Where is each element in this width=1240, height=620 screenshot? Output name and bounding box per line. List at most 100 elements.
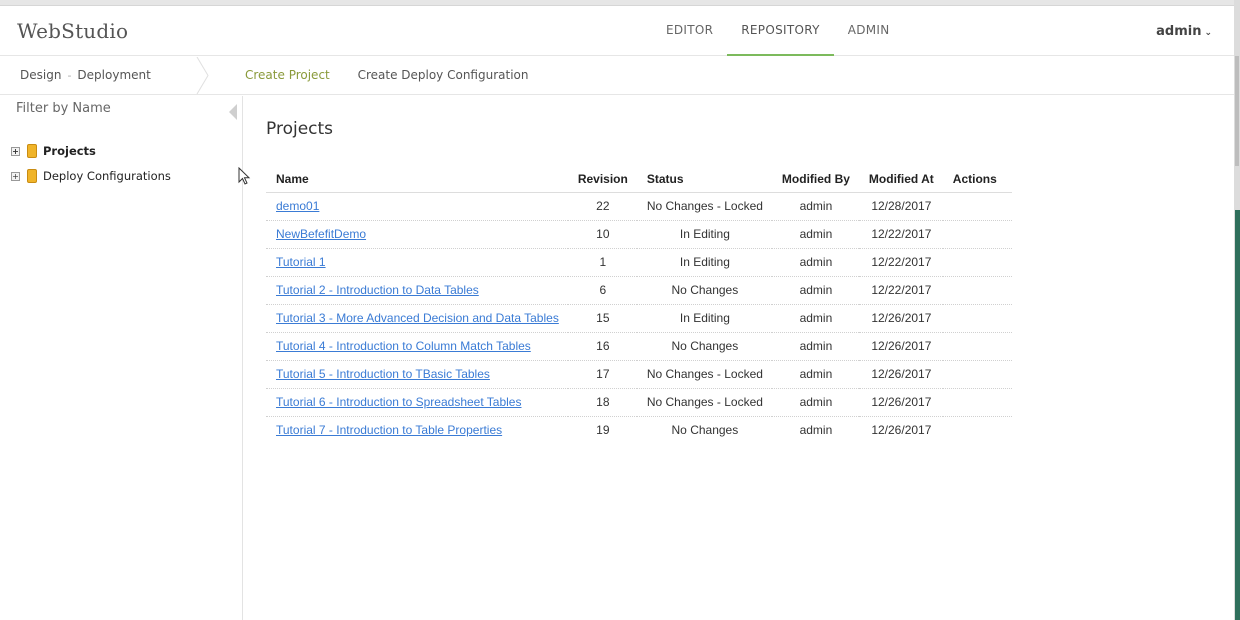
repository-actions: Create Project Create Deploy Configurati… bbox=[245, 68, 552, 82]
project-link[interactable]: Tutorial 4 - Introduction to Column Matc… bbox=[276, 339, 531, 353]
actions-cell bbox=[943, 416, 1012, 444]
table-row: Tutorial 7 - Introduction to Table Prope… bbox=[266, 416, 1012, 444]
project-link[interactable]: Tutorial 5 - Introduction to TBasic Tabl… bbox=[276, 367, 490, 381]
status-cell: No Changes bbox=[636, 276, 772, 305]
modified-at-cell: 12/26/2017 bbox=[858, 332, 943, 361]
project-link[interactable]: Tutorial 1 bbox=[276, 255, 326, 269]
table-row: Tutorial 1 1 In Editing admin 12/22/2017 bbox=[266, 248, 1012, 277]
table-row: Tutorial 5 - Introduction to TBasic Tabl… bbox=[266, 360, 1012, 389]
modified-at-cell: 12/26/2017 bbox=[858, 360, 943, 389]
sub-toolbar: Design - Deployment Create Project Create … bbox=[0, 57, 1234, 95]
table-row: Tutorial 3 - More Advanced Decision and … bbox=[266, 304, 1012, 333]
project-link[interactable]: Tutorial 2 - Introduction to Data Tables bbox=[276, 283, 479, 297]
projects-table: Name Revision Status Modified By Modifie… bbox=[266, 166, 1012, 444]
status-cell: In Editing bbox=[636, 248, 772, 277]
expand-icon[interactable]: + bbox=[11, 146, 20, 156]
modified-by-cell: admin bbox=[771, 248, 859, 277]
modified-at-cell: 12/26/2017 bbox=[858, 388, 943, 417]
tab-repository[interactable]: REPOSITORY bbox=[727, 7, 834, 56]
modified-by-cell: admin bbox=[771, 220, 859, 249]
actions-cell bbox=[942, 360, 1012, 389]
status-cell: No Changes - Locked bbox=[636, 192, 772, 221]
collapse-sidebar-icon[interactable] bbox=[229, 104, 237, 120]
tree-node-projects[interactable]: + Projects bbox=[11, 143, 96, 159]
folder-icon bbox=[27, 169, 37, 183]
revision-cell: 16 bbox=[567, 332, 637, 361]
actions-cell bbox=[942, 276, 1012, 305]
breadcrumb: Design - Deployment bbox=[20, 68, 151, 82]
tree-node-label: Projects bbox=[43, 144, 96, 158]
actions-cell bbox=[942, 332, 1012, 361]
revision-cell: 15 bbox=[567, 304, 637, 333]
status-cell: No Changes bbox=[636, 332, 772, 361]
app-header: WebStudio EDITOR REPOSITORY ADMIN admin ⌄ bbox=[0, 7, 1234, 56]
tab-editor[interactable]: EDITOR bbox=[652, 7, 727, 56]
modified-by-cell: admin bbox=[771, 276, 859, 305]
modified-by-cell: admin bbox=[771, 332, 859, 361]
column-header-revision: Revision bbox=[567, 166, 637, 193]
window-right-edge bbox=[1234, 0, 1240, 620]
main-nav: EDITOR REPOSITORY ADMIN bbox=[652, 7, 904, 56]
modified-at-cell: 12/22/2017 bbox=[858, 248, 943, 277]
revision-cell: 10 bbox=[567, 220, 637, 249]
tab-admin[interactable]: ADMIN bbox=[834, 7, 904, 56]
breadcrumb-design[interactable]: Design bbox=[20, 68, 61, 82]
modified-by-cell: admin bbox=[771, 360, 859, 389]
app-logo[interactable]: WebStudio bbox=[17, 19, 128, 43]
project-link[interactable]: Tutorial 3 - More Advanced Decision and … bbox=[276, 311, 559, 325]
table-row: Tutorial 4 - Introduction to Column Matc… bbox=[266, 332, 1012, 361]
column-header-status: Status bbox=[636, 166, 772, 193]
column-header-modified-by: Modified By bbox=[771, 166, 859, 193]
table-row: Tutorial 2 - Introduction to Data Tables… bbox=[266, 276, 1012, 305]
breadcrumb-deployment[interactable]: Deployment bbox=[77, 68, 150, 82]
folder-icon bbox=[27, 144, 37, 158]
modified-by-cell: admin bbox=[771, 192, 859, 221]
expand-icon[interactable]: + bbox=[11, 171, 20, 181]
status-cell: In Editing bbox=[636, 304, 772, 333]
revision-cell: 6 bbox=[567, 276, 637, 305]
modified-by-cell: admin bbox=[771, 388, 859, 417]
revision-cell: 17 bbox=[567, 360, 637, 389]
revision-cell: 19 bbox=[596, 423, 610, 438]
table-row: Tutorial 6 - Introduction to Spreadsheet… bbox=[266, 388, 1012, 417]
create-deploy-configuration-link[interactable]: Create Deploy Configuration bbox=[358, 68, 529, 82]
column-header-actions: Actions bbox=[942, 166, 1012, 193]
tree-node-deploy-configurations[interactable]: + Deploy Configurations bbox=[11, 168, 171, 184]
column-header-name: Name bbox=[266, 166, 568, 193]
user-name: admin bbox=[1156, 24, 1202, 39]
table-row: NewBefefitDemo 10 In Editing admin 12/22… bbox=[266, 220, 1012, 249]
scrollbar-thumb[interactable] bbox=[1235, 56, 1239, 166]
repository-sidebar: Filter by Name + Projects + Deploy Confi… bbox=[0, 96, 243, 620]
table-header-row: Name Revision Status Modified By Modifie… bbox=[266, 166, 1012, 193]
tree-node-label: Deploy Configurations bbox=[43, 169, 171, 183]
actions-cell bbox=[942, 248, 1012, 277]
modified-at-cell: 12/26/2017 bbox=[858, 304, 943, 333]
modified-by-cell: admin bbox=[799, 423, 833, 438]
status-cell: No Changes - Locked bbox=[636, 388, 772, 417]
project-link[interactable]: Tutorial 7 - Introduction to Table Prope… bbox=[276, 423, 502, 437]
project-link[interactable]: demo01 bbox=[276, 199, 319, 213]
revision-cell: 1 bbox=[567, 248, 637, 277]
revision-cell: 22 bbox=[567, 192, 637, 221]
background-window-edge bbox=[1235, 210, 1240, 620]
actions-cell bbox=[942, 220, 1012, 249]
actions-cell bbox=[942, 192, 1012, 221]
main-content: Projects Name Revision Status Modified B… bbox=[244, 96, 1234, 620]
status-cell: In Editing bbox=[636, 220, 772, 249]
modified-by-cell: admin bbox=[771, 304, 859, 333]
chevron-down-icon: ⌄ bbox=[1204, 28, 1212, 38]
status-cell: No Changes - Locked bbox=[636, 360, 772, 389]
window-top-strip bbox=[0, 0, 1240, 6]
actions-cell bbox=[942, 304, 1012, 333]
actions-cell bbox=[942, 388, 1012, 417]
modified-at-cell: 12/22/2017 bbox=[858, 220, 943, 249]
project-link[interactable]: Tutorial 6 - Introduction to Spreadsheet… bbox=[276, 395, 521, 409]
create-project-link[interactable]: Create Project bbox=[245, 68, 330, 82]
status-cell: No Changes bbox=[671, 423, 739, 438]
filter-by-name[interactable]: Filter by Name bbox=[16, 101, 111, 116]
project-link[interactable]: NewBefefitDemo bbox=[276, 227, 366, 241]
user-menu[interactable]: admin ⌄ bbox=[1156, 24, 1212, 39]
revision-cell: 18 bbox=[567, 388, 637, 417]
page-title: Projects bbox=[266, 119, 334, 139]
breadcrumb-separator: - bbox=[67, 69, 72, 82]
